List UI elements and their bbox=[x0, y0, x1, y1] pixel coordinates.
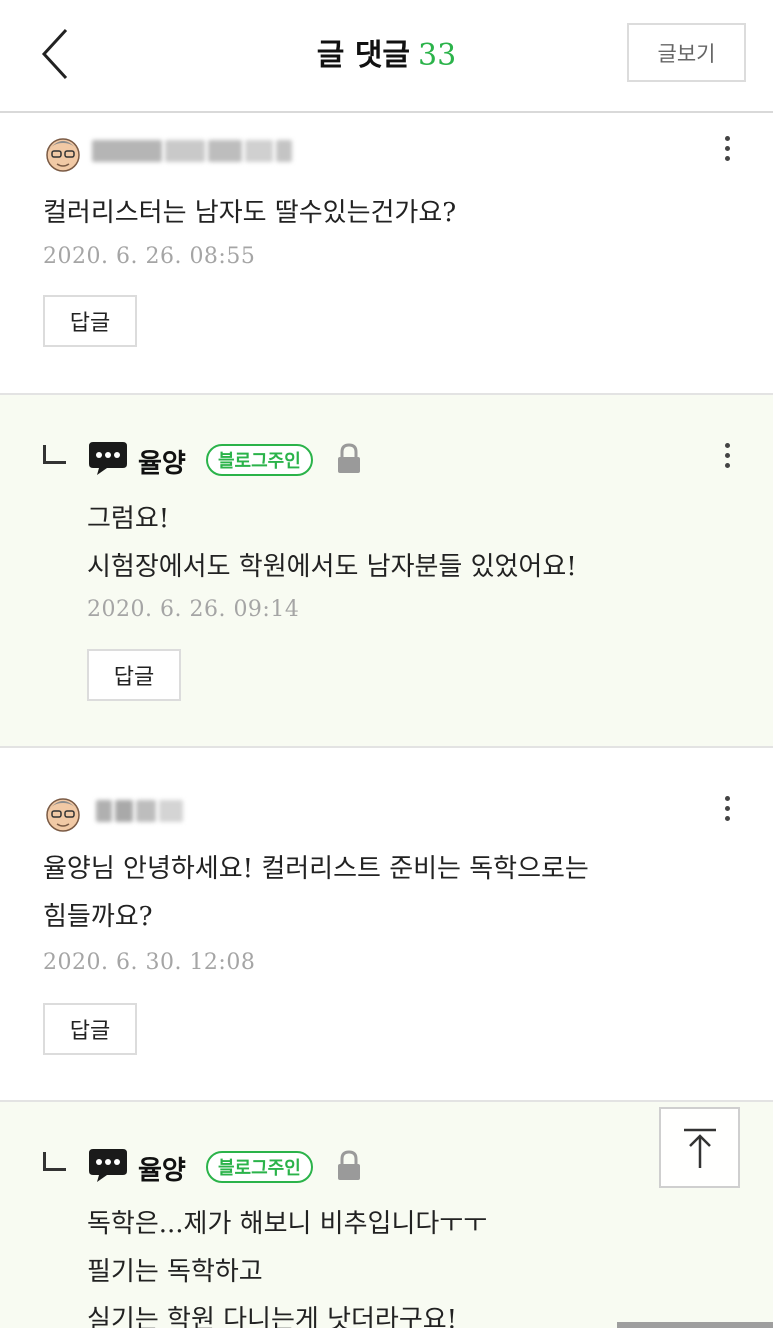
comment-item: 율양님 안녕하세요! 컬러리스트 준비는 독학으로는 힘들까요? 2020. 6… bbox=[0, 748, 773, 1102]
comment-text: 그럼요! 시험장에서도 학원에서도 남자분들 있었어요! bbox=[87, 495, 577, 591]
lock-icon bbox=[338, 443, 360, 473]
lock-icon bbox=[338, 1150, 360, 1180]
comment-text-line: 컬러리스터는 남자도 딸수있는건가요? bbox=[43, 198, 457, 228]
comment-item: 컬러리스터는 남자도 딸수있는건가요? 2020. 6. 26. 08:55 답… bbox=[0, 113, 773, 395]
avatar bbox=[46, 798, 80, 832]
reply-comment-item: 율양 블로그주인 독학은...제가 해보니 비추입니다ㅜㅜ 필기는 독학하고 실… bbox=[0, 1102, 773, 1328]
chat-bubble-icon bbox=[89, 442, 127, 475]
more-options-icon[interactable] bbox=[720, 133, 734, 169]
comment-text-line: 그럼요! bbox=[87, 504, 170, 534]
reply-indent-icon bbox=[43, 445, 66, 464]
author-name[interactable]: 율양 bbox=[138, 443, 186, 480]
avatar bbox=[46, 138, 80, 172]
view-post-button[interactable]: 글보기 bbox=[627, 23, 746, 82]
comment-date: 2020. 6. 26. 08:55 bbox=[43, 244, 256, 269]
reply-button[interactable]: 답글 bbox=[43, 1003, 137, 1055]
comment-text-line: 힘들까요? bbox=[43, 902, 153, 932]
comment-text-line: 율양님 안녕하세요! 컬러리스트 준비는 독학으로는 bbox=[43, 854, 589, 884]
blurred-username bbox=[96, 800, 186, 826]
blurred-username bbox=[92, 140, 295, 166]
comment-date: 2020. 6. 30. 12:08 bbox=[43, 950, 256, 975]
comment-text-line: 독학은...제가 해보니 비추입니다ㅜㅜ bbox=[87, 1209, 488, 1239]
comment-text-line: 실기는 학원 다니는게 낫더라구요! bbox=[87, 1305, 458, 1328]
more-options-icon[interactable] bbox=[720, 793, 734, 829]
comment-date: 2020. 6. 26. 09:14 bbox=[87, 597, 300, 622]
reply-comment-item: 율양 블로그주인 그럼요! 시험장에서도 학원에서도 남자분들 있었어요! 20… bbox=[0, 395, 773, 748]
author-name[interactable]: 율양 bbox=[138, 1150, 186, 1187]
reply-button[interactable]: 답글 bbox=[43, 295, 137, 347]
comment-text: 율양님 안녕하세요! 컬러리스트 준비는 독학으로는 힘들까요? bbox=[43, 845, 589, 941]
arrow-up-icon bbox=[683, 1128, 716, 1168]
blog-owner-badge: 블로그주인 bbox=[206, 1151, 313, 1183]
comment-count: 33 bbox=[418, 38, 457, 73]
header-bar: 글 댓글 33 글보기 bbox=[0, 0, 773, 113]
reply-indent-icon bbox=[43, 1152, 66, 1171]
comment-text-line: 시험장에서도 학원에서도 남자분들 있었어요! bbox=[87, 552, 577, 582]
comment-text-line: 필기는 독학하고 bbox=[87, 1257, 263, 1287]
page-title-text: 글 댓글 bbox=[316, 38, 411, 73]
blog-owner-badge: 블로그주인 bbox=[206, 444, 313, 476]
reply-button[interactable]: 답글 bbox=[87, 649, 181, 701]
scroll-to-top-button[interactable] bbox=[659, 1107, 740, 1188]
scroll-indicator bbox=[617, 1322, 773, 1328]
chat-bubble-icon bbox=[89, 1149, 127, 1182]
comment-text: 독학은...제가 해보니 비추입니다ㅜㅜ 필기는 독학하고 실기는 학원 다니는… bbox=[87, 1200, 487, 1328]
comment-text: 컬러리스터는 남자도 딸수있는건가요? bbox=[43, 189, 456, 237]
more-options-icon[interactable] bbox=[720, 440, 734, 476]
